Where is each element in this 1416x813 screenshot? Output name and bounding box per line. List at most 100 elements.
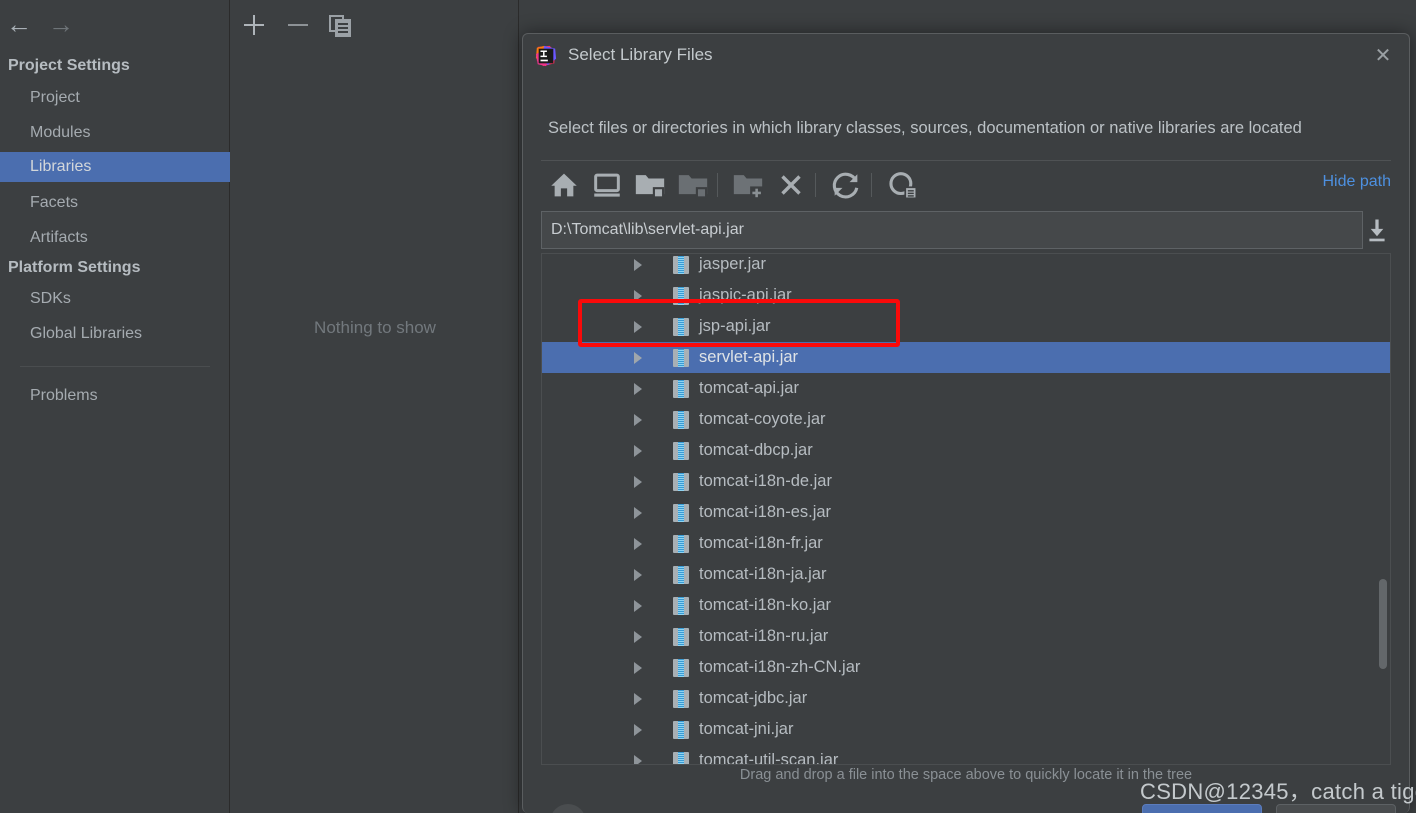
- file-name-label: jaspic-api.jar: [699, 286, 792, 304]
- jar-archive-icon: [673, 535, 689, 553]
- file-name-label: tomcat-i18n-zh-CN.jar: [699, 658, 861, 676]
- libraries-list-pane: Nothing to show: [231, 0, 519, 813]
- expand-triangle-icon[interactable]: [634, 476, 642, 488]
- file-name-label: jsp-api.jar: [699, 317, 771, 335]
- expand-triangle-icon[interactable]: [634, 724, 642, 736]
- jar-archive-icon: [673, 659, 689, 677]
- file-tree-row[interactable]: tomcat-i18n-ja.jar: [542, 559, 1390, 590]
- expand-triangle-icon[interactable]: [634, 507, 642, 519]
- file-tree-row[interactable]: servlet-api.jar: [542, 342, 1390, 373]
- close-icon[interactable]: ✕: [1371, 44, 1395, 68]
- file-tree-row[interactable]: tomcat-i18n-es.jar: [542, 497, 1390, 528]
- sidebar-item-facets[interactable]: Facets: [0, 188, 230, 218]
- hide-path-link[interactable]: Hide path: [1323, 173, 1392, 191]
- dialog-subtitle: Select files or directories in which lib…: [548, 119, 1302, 137]
- home-icon[interactable]: [547, 168, 581, 202]
- expand-triangle-icon[interactable]: [634, 383, 642, 395]
- file-name-label: tomcat-jdbc.jar: [699, 689, 808, 707]
- toolbar-separator: [815, 173, 816, 197]
- jar-archive-icon: [673, 380, 689, 398]
- file-name-label: tomcat-api.jar: [699, 379, 799, 397]
- file-name-label: tomcat-i18n-es.jar: [699, 503, 832, 521]
- file-tree-row[interactable]: jasper.jar: [542, 254, 1390, 280]
- expand-triangle-icon[interactable]: [634, 259, 642, 271]
- delete-x-icon[interactable]: [774, 168, 808, 202]
- sidebar-item-problems[interactable]: Problems: [0, 381, 230, 411]
- folder-collapse-icon[interactable]: [676, 168, 710, 202]
- empty-state-label: Nothing to show: [314, 318, 436, 337]
- new-folder-icon[interactable]: [731, 168, 765, 202]
- file-tree-row[interactable]: tomcat-i18n-ru.jar: [542, 621, 1390, 652]
- file-tree-row[interactable]: tomcat-jni.jar: [542, 714, 1390, 745]
- sidebar-item-sdks[interactable]: SDKs: [0, 284, 230, 314]
- sidebar-item-global-libraries[interactable]: Global Libraries: [0, 319, 230, 349]
- file-name-label: tomcat-jni.jar: [699, 720, 794, 738]
- file-tree-row[interactable]: tomcat-util-scan.jar: [542, 745, 1390, 764]
- expand-triangle-icon[interactable]: [634, 321, 642, 333]
- path-input[interactable]: [541, 211, 1363, 249]
- expand-triangle-icon[interactable]: [634, 569, 642, 581]
- file-name-label: jasper.jar: [699, 255, 766, 273]
- file-tree-scroll-thumb[interactable]: [1379, 579, 1387, 669]
- jar-archive-icon: [673, 411, 689, 429]
- sidebar-nav-arrows: ← →: [0, 8, 230, 46]
- jar-archive-icon: [673, 628, 689, 646]
- file-name-label: servlet-api.jar: [699, 348, 799, 366]
- expand-triangle-icon[interactable]: [634, 662, 642, 674]
- jar-archive-icon: [673, 442, 689, 460]
- expand-triangle-icon[interactable]: [634, 631, 642, 643]
- plus-icon[interactable]: [239, 10, 269, 40]
- file-tree-row[interactable]: jaspic-api.jar: [542, 280, 1390, 311]
- file-tree-row[interactable]: jsp-api.jar: [542, 311, 1390, 342]
- expand-triangle-icon[interactable]: [634, 600, 642, 612]
- expand-triangle-icon[interactable]: [634, 352, 642, 364]
- file-tree-row[interactable]: tomcat-i18n-fr.jar: [542, 528, 1390, 559]
- expand-triangle-icon[interactable]: [634, 755, 642, 764]
- jar-archive-icon: [673, 318, 689, 336]
- arrow-right-icon[interactable]: →: [44, 8, 78, 40]
- jar-archive-icon: [673, 566, 689, 584]
- sidebar-item-project[interactable]: Project: [0, 83, 230, 113]
- help-button[interactable]: ?: [550, 804, 586, 813]
- expand-triangle-icon[interactable]: [634, 693, 642, 705]
- file-tree-scrollbar[interactable]: [1378, 254, 1389, 764]
- arrow-left-icon[interactable]: ←: [2, 8, 36, 40]
- jar-archive-icon: [673, 752, 689, 764]
- file-name-label: tomcat-i18n-de.jar: [699, 472, 832, 490]
- file-name-label: tomcat-i18n-ko.jar: [699, 596, 832, 614]
- sidebar-divider: [20, 366, 210, 367]
- file-tree-row[interactable]: tomcat-i18n-zh-CN.jar: [542, 652, 1390, 683]
- import-path-icon[interactable]: [1363, 215, 1391, 245]
- jar-archive-icon: [673, 287, 689, 305]
- file-tree-row[interactable]: tomcat-jdbc.jar: [542, 683, 1390, 714]
- expand-triangle-icon[interactable]: [634, 290, 642, 302]
- expand-triangle-icon[interactable]: [634, 414, 642, 426]
- jar-archive-icon: [673, 690, 689, 708]
- file-tree-row[interactable]: tomcat-i18n-ko.jar: [542, 590, 1390, 621]
- file-tree-row[interactable]: tomcat-dbcp.jar: [542, 435, 1390, 466]
- expand-triangle-icon[interactable]: [634, 445, 642, 457]
- file-tree-row[interactable]: tomcat-api.jar: [542, 373, 1390, 404]
- jar-archive-icon: [673, 349, 689, 367]
- file-name-label: tomcat-i18n-fr.jar: [699, 534, 823, 552]
- copy-icon[interactable]: [325, 10, 355, 40]
- folder-expand-icon[interactable]: [633, 168, 667, 202]
- jar-archive-icon: [673, 721, 689, 739]
- file-name-label: tomcat-coyote.jar: [699, 410, 826, 428]
- sidebar-item-modules[interactable]: Modules: [0, 118, 230, 148]
- sidebar-item-libraries[interactable]: Libraries: [0, 152, 230, 182]
- file-name-label: tomcat-i18n-ru.jar: [699, 627, 829, 645]
- ok-button[interactable]: OK: [1142, 804, 1262, 813]
- show-hidden-files-icon[interactable]: [886, 168, 920, 202]
- expand-triangle-icon[interactable]: [634, 538, 642, 550]
- desktop-icon[interactable]: [590, 168, 624, 202]
- dialog-titlebar: Select Library Files ✕: [523, 34, 1409, 80]
- sidebar-item-artifacts[interactable]: Artifacts: [0, 223, 230, 253]
- file-tree-row[interactable]: tomcat-coyote.jar: [542, 404, 1390, 435]
- minus-icon[interactable]: [283, 10, 313, 40]
- refresh-icon[interactable]: [829, 168, 863, 202]
- cancel-button[interactable]: Cancel: [1276, 804, 1396, 813]
- file-tree[interactable]: jasper.jar jaspic-api.jar jsp-api.jar servl…: [541, 253, 1391, 765]
- file-tree-row[interactable]: tomcat-i18n-de.jar: [542, 466, 1390, 497]
- sidebar-section-platform-settings: Platform Settings: [8, 259, 141, 276]
